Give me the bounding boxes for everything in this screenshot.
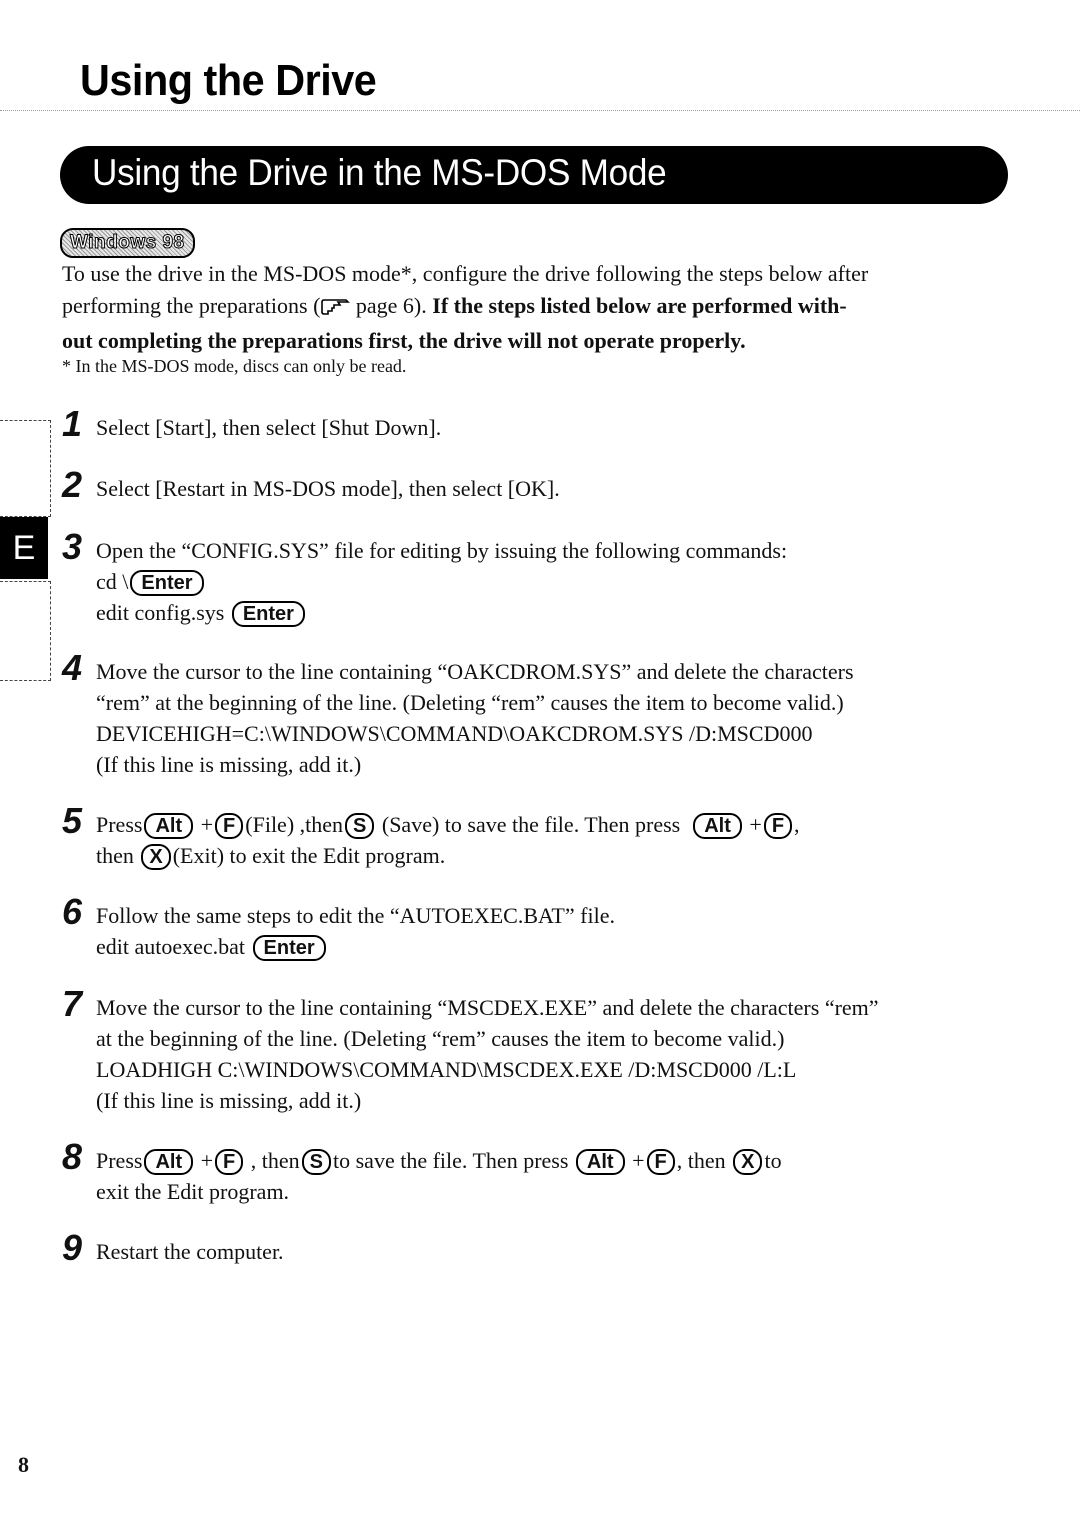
text: , then (250, 1148, 300, 1173)
step-number: 8 (62, 1136, 83, 1177)
step-number: 5 (62, 800, 83, 841)
step-number: 6 (62, 891, 83, 932)
s-key: S (345, 813, 375, 839)
page-reference-link[interactable]: page 6). (350, 293, 427, 318)
step-1: 1 Select [Start], then select [Shut Down… (62, 406, 1022, 443)
page-number: 8 (18, 1452, 29, 1477)
step-9: 9 Restart the computer. (62, 1230, 1022, 1267)
side-tab-letter: E (0, 517, 48, 579)
command-line: DEVICEHIGH=C:\WINDOWS\COMMAND\OAKCDROM.S… (96, 721, 813, 746)
step-7: 7 Move the cursor to the line containing… (62, 986, 1022, 1116)
text: to (764, 1148, 782, 1173)
f-key: F (646, 1149, 675, 1175)
side-tab-box-lower (0, 581, 51, 681)
text: to save the file. Then press (333, 1148, 574, 1173)
text: Press (96, 812, 143, 837)
command-line: LOADHIGH C:\WINDOWS\COMMAND\MSCDEX.EXE /… (96, 1057, 797, 1082)
step-note: (If this line is missing, add it.) (96, 752, 362, 777)
step-number: 1 (62, 403, 83, 444)
f-key: F (763, 813, 793, 839)
step-3: 3 Open the “CONFIG.SYS” file for editing… (62, 529, 1022, 628)
os-badge: Windows 98 (60, 228, 195, 258)
text: , then (676, 1148, 726, 1173)
text: + (749, 812, 762, 837)
command-line: cd \ Enter (96, 566, 1022, 597)
command-line: edit config.sys Enter (96, 597, 1022, 628)
step-text: then X (Exit) to exit the Edit program. (96, 840, 1022, 871)
text: (Save) to save the file. Then press (376, 812, 686, 837)
alt-key: Alt (693, 813, 742, 839)
x-key: X (141, 844, 171, 870)
f-key: F (215, 813, 244, 839)
step-note: (If this line is missing, add it.) (96, 1088, 362, 1113)
step-text: Press Alt + F (File) ,then S (Save) to save … (96, 809, 1022, 840)
section-title: Using the Drive (80, 56, 377, 105)
text: then (96, 843, 134, 868)
warning-text: If the steps listed below are performed … (426, 293, 847, 318)
text: (Exit) to exit the Edit program. (172, 843, 446, 868)
step-text: exit the Edit program. (96, 1179, 290, 1204)
banner-title: Using the Drive in the MS-DOS Mode (92, 152, 667, 193)
text: + (632, 1148, 645, 1173)
step-number: 2 (62, 464, 83, 505)
command-text: cd \ (96, 569, 129, 594)
intro-line-1: To use the drive in the MS-DOS mode*, co… (62, 261, 869, 286)
step-text: Restart the computer. (96, 1239, 284, 1264)
intro-paragraph: To use the drive in the MS-DOS mode*, co… (62, 258, 1022, 357)
step-text: Move the cursor to the line containing “… (96, 995, 879, 1020)
step-text: Open the “CONFIG.SYS” file for editing b… (96, 538, 788, 563)
alt-key: Alt (144, 1149, 194, 1175)
command-line: edit autoexec.bat Enter (96, 931, 1022, 962)
x-key: X (733, 1149, 763, 1175)
enter-key: Enter (252, 935, 326, 961)
step-text: Follow the same steps to edit the “AUTOE… (96, 903, 615, 928)
side-tab-box-upper (0, 420, 51, 517)
text: (File) ,then (245, 812, 344, 837)
pointing-hand-icon (320, 293, 351, 325)
text: + (200, 1148, 214, 1173)
title-divider (0, 110, 1080, 111)
command-text: edit autoexec.bat (96, 934, 246, 959)
step-number: 7 (62, 983, 83, 1024)
step-text: Select [Start], then select [Shut Down]. (96, 415, 442, 440)
alt-key: Alt (144, 813, 194, 839)
step-text: Select [Restart in MS-DOS mode], then se… (96, 476, 560, 501)
step-8: 8 Press Alt + F , then Sto save the file. T… (62, 1139, 1022, 1207)
section-banner: Using the Drive in the MS-DOS Mode (60, 146, 1008, 204)
step-4: 4 Move the cursor to the line containing… (62, 650, 1022, 780)
step-text: Press Alt + F , then Sto save the file. The… (96, 1145, 1022, 1176)
intro-line-3: out completing the preparations first, t… (62, 325, 1022, 357)
text: , (794, 812, 800, 837)
step-number: 3 (62, 526, 83, 567)
step-text: “rem” at the beginning of the line. (Del… (96, 690, 844, 715)
step-number: 4 (62, 647, 83, 688)
intro-text: performing the preparations ( (62, 293, 321, 318)
intro-line-2: performing the preparations ( page 6). I… (62, 290, 1022, 325)
f-key: F (215, 1149, 244, 1175)
alt-key: Alt (575, 1149, 625, 1175)
step-2: 2 Select [Restart in MS-DOS mode], then … (62, 467, 1022, 504)
enter-key: Enter (130, 570, 204, 596)
enter-key: Enter (231, 601, 305, 627)
step-text: at the beginning of the line. (Deleting … (96, 1026, 785, 1051)
s-key: S (301, 1149, 331, 1175)
text: Press (96, 1148, 143, 1173)
warning-text-cont: out completing the preparations first, t… (62, 328, 746, 353)
command-text: edit config.sys (96, 600, 225, 625)
step-number: 9 (62, 1227, 83, 1268)
step-5: 5 Press Alt + F (File) ,then S (Save) to sav… (62, 803, 1022, 871)
text: + (200, 812, 214, 837)
footnote: * In the MS-DOS mode, discs can only be … (62, 356, 407, 376)
step-text: Move the cursor to the line containing “… (96, 659, 854, 684)
step-6: 6 Follow the same steps to edit the “AUT… (62, 894, 1022, 962)
